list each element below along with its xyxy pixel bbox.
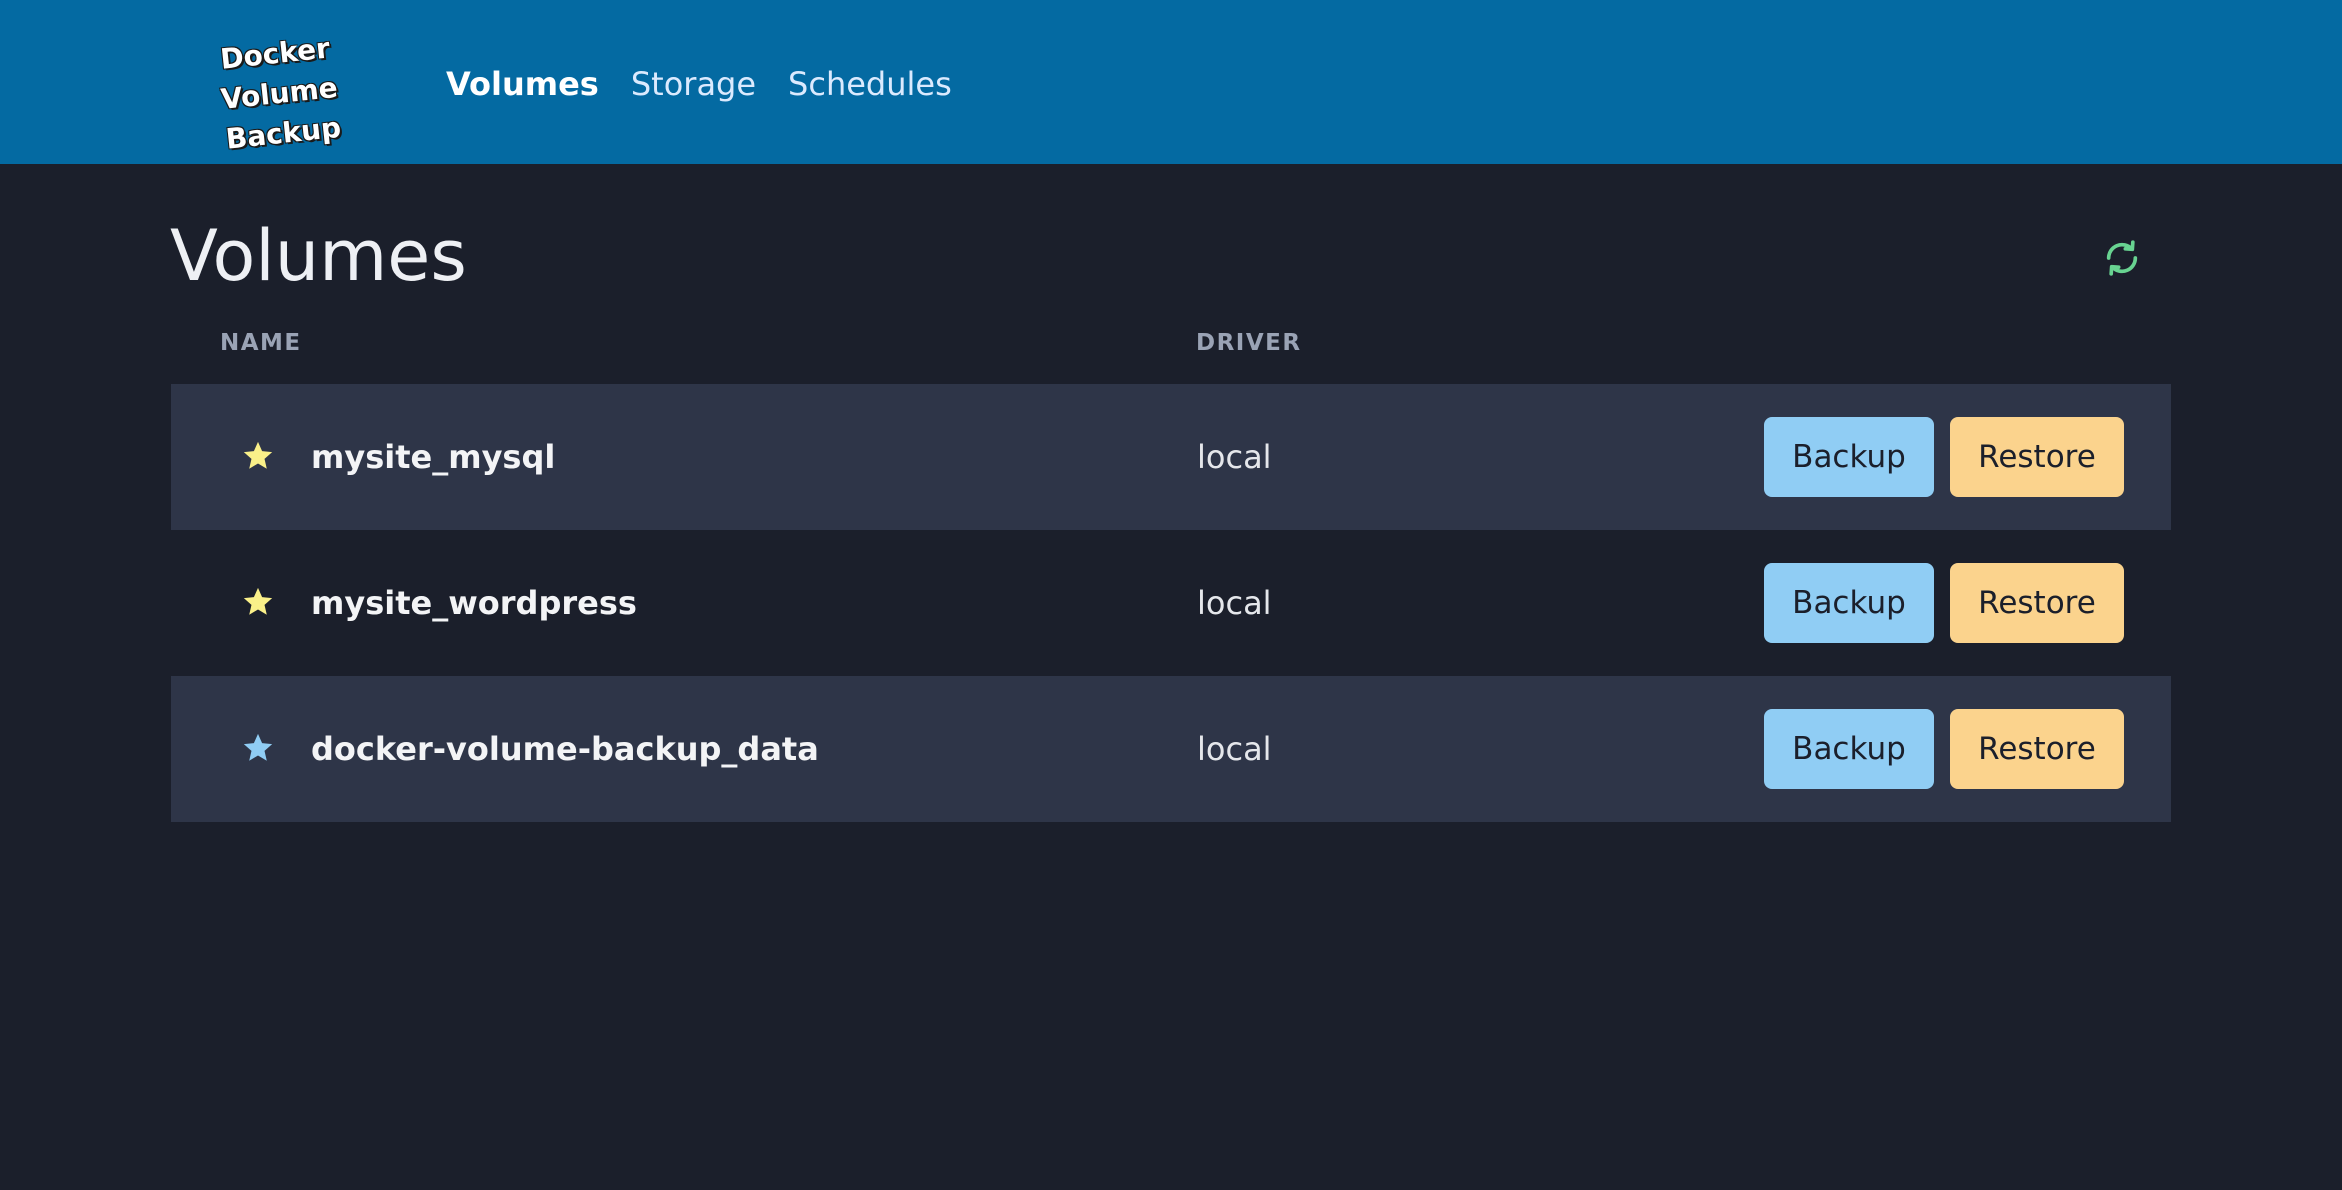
top-navbar: Docker Volume Backup Volumes Storage Sch… — [0, 0, 2342, 164]
restore-button[interactable]: Restore — [1950, 563, 2124, 643]
refresh-icon[interactable] — [2102, 238, 2142, 278]
table-row: mysite_mysql local Backup Restore — [171, 384, 2171, 530]
backup-button[interactable]: Backup — [1764, 417, 1934, 497]
restore-button[interactable]: Restore — [1950, 417, 2124, 497]
nav-volumes[interactable]: Volumes — [446, 60, 599, 108]
star-icon — [243, 441, 273, 469]
app-logo[interactable]: Docker Volume Backup — [164, 23, 393, 156]
column-header-name: NAME — [220, 330, 302, 356]
page-title: Volumes — [170, 215, 467, 297]
restore-button[interactable]: Restore — [1950, 709, 2124, 789]
volume-name: docker-volume-backup_data — [311, 730, 819, 768]
nav-storage[interactable]: Storage — [631, 60, 756, 108]
backup-button[interactable]: Backup — [1764, 563, 1934, 643]
star-icon — [243, 587, 273, 615]
nav-schedules[interactable]: Schedules — [788, 60, 952, 108]
volume-name: mysite_mysql — [311, 438, 556, 476]
volume-driver: local — [1197, 730, 1272, 768]
backup-button[interactable]: Backup — [1764, 709, 1934, 789]
volume-driver: local — [1197, 438, 1272, 476]
table-row: docker-volume-backup_data local Backup R… — [171, 676, 2171, 822]
star-icon — [243, 733, 273, 761]
volume-driver: local — [1197, 584, 1272, 622]
column-header-driver: DRIVER — [1196, 330, 1302, 356]
table-row: mysite_wordpress local Backup Restore — [171, 530, 2171, 676]
main-nav: Volumes Storage Schedules — [446, 60, 952, 108]
volume-name: mysite_wordpress — [311, 584, 637, 622]
